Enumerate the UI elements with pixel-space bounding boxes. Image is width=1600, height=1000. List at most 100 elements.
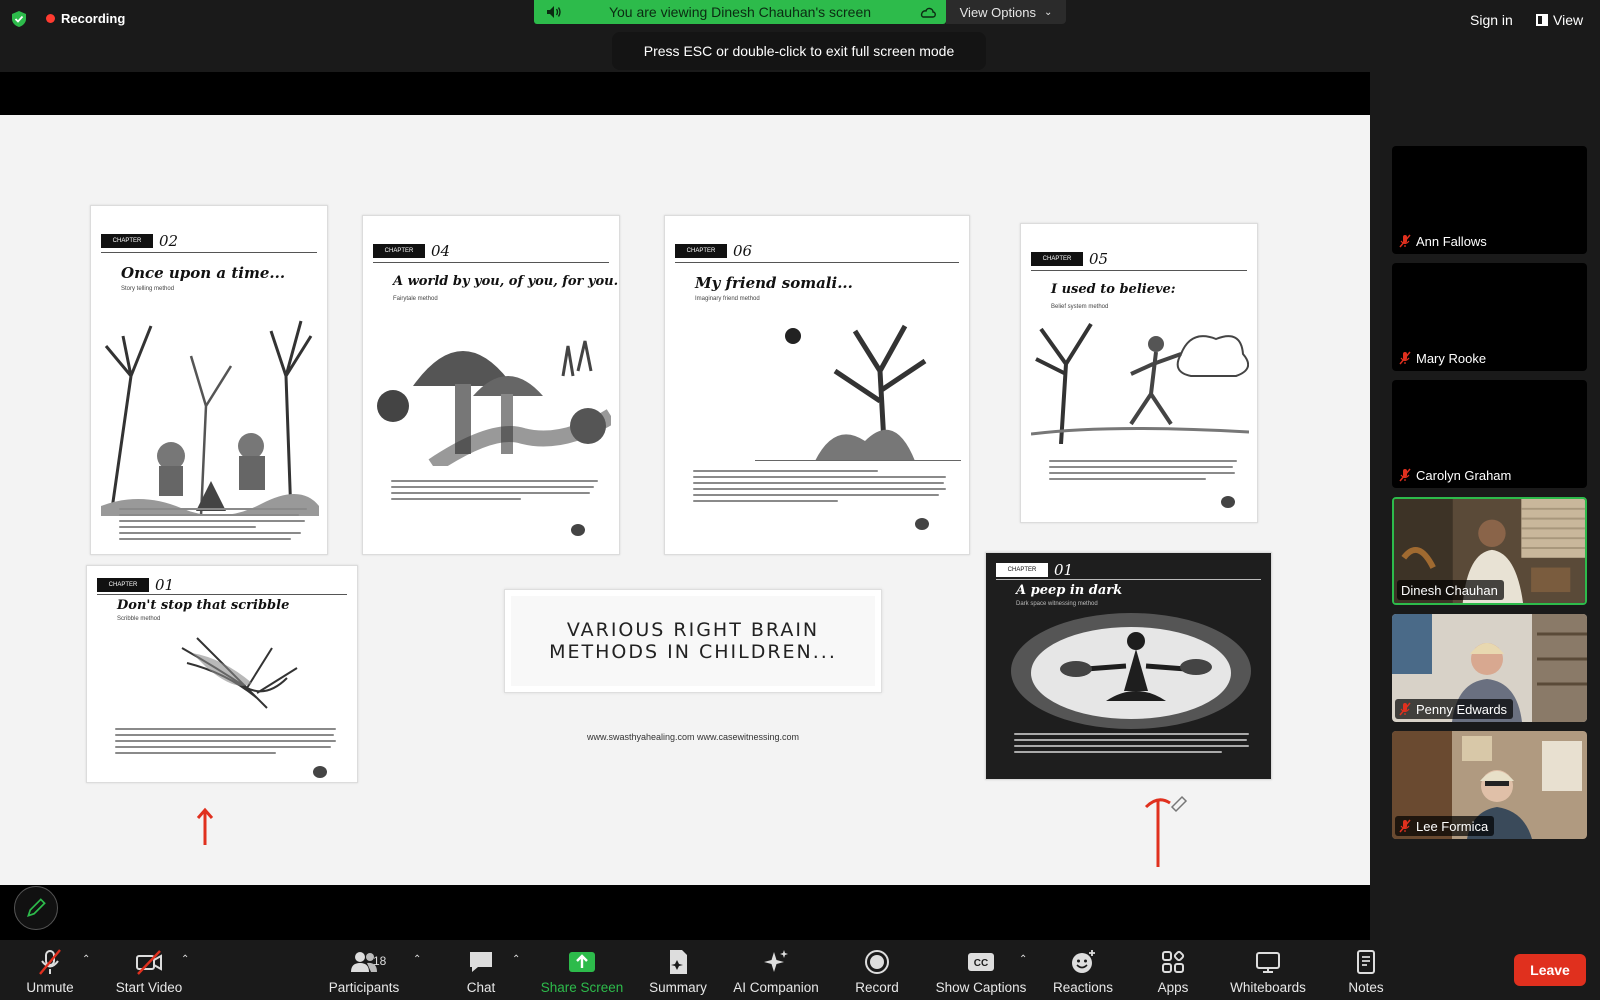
view-layout-icon (1536, 14, 1548, 26)
security-shield-icon[interactable] (10, 10, 28, 28)
participant-tile-active-speaker[interactable]: Dinesh Chauhan (1392, 497, 1587, 605)
view-button[interactable]: View (1536, 12, 1583, 28)
slide-website-urls: www.swasthyahealing.com www.casewitnessi… (586, 732, 800, 742)
chapter-tag: CHAPTER (97, 578, 149, 592)
mushroom-illustration (377, 340, 611, 466)
participant-tile[interactable]: Ann Fallows (1392, 146, 1587, 254)
chapter-subtitle: Belief system method (1051, 304, 1109, 310)
show-captions-button[interactable]: CC Show Captions (931, 948, 1031, 995)
page-body-text (693, 470, 957, 506)
chapter-subtitle: Imaginary friend method (695, 296, 760, 302)
top-bar: Recording You are viewing Dinesh Chauhan… (0, 0, 1600, 70)
chapter-title: Once upon a time... (121, 264, 286, 282)
reactions-button[interactable]: Reactions (1033, 948, 1133, 995)
zoom-meeting-window: Recording You are viewing Dinesh Chauhan… (0, 0, 1600, 1000)
participant-count: 18 (373, 954, 387, 968)
whiteboards-label: Whiteboards (1230, 980, 1306, 995)
share-screen-button[interactable]: Share Screen (532, 948, 632, 995)
view-options-button[interactable]: View Options ⌄ (946, 0, 1066, 24)
brain-logo-icon (1221, 496, 1235, 508)
share-screen-icon (569, 952, 595, 972)
share-screen-label: Share Screen (540, 980, 624, 995)
chapter-title: I used to believe: (1051, 282, 1176, 297)
recording-label: Recording (61, 11, 126, 26)
participants-label: Participants (328, 980, 400, 995)
captions-icon: CC (968, 953, 994, 971)
svg-text:CC: CC (974, 958, 988, 969)
record-label: Record (855, 980, 899, 995)
chapter-tag: CHAPTER (101, 234, 153, 248)
record-icon (865, 950, 889, 974)
chapter-tag: CHAPTER (996, 563, 1048, 577)
divider (1031, 270, 1247, 271)
fullscreen-exit-tip: Press ESC or double-click to exit full s… (612, 32, 986, 70)
chapter-tag: CHAPTER (675, 244, 727, 258)
slide-title-line-2: METHODS IN CHILDREN... (549, 641, 837, 663)
whiteboard-icon (1256, 952, 1280, 973)
chapter-subtitle: Fairytale method (393, 296, 438, 302)
leave-button[interactable]: Leave (1514, 954, 1586, 986)
annotation-arrow-left (196, 807, 214, 845)
chapter-tag: CHAPTER (1031, 252, 1083, 266)
chapter-number: 04 (431, 242, 451, 260)
divider (101, 252, 317, 253)
participant-tile[interactable]: Penny Edwards (1392, 614, 1587, 722)
record-button[interactable]: Record (827, 948, 927, 995)
sign-in-button[interactable]: Sign in (1470, 12, 1513, 28)
summary-button[interactable]: Summary (628, 948, 728, 995)
participant-name: Carolyn Graham (1416, 467, 1512, 483)
cloud-recording-icon (920, 7, 936, 18)
video-options-caret[interactable]: ⌃ (181, 954, 189, 965)
notes-button[interactable]: Notes (1316, 948, 1416, 995)
mic-muted-icon (1399, 819, 1411, 833)
whiteboards-button[interactable]: Whiteboards (1218, 948, 1318, 995)
shared-slide: CHAPTER 02 Once upon a time... Story tel… (0, 115, 1370, 885)
chapter-number: 01 (155, 576, 175, 594)
chapter-subtitle: Story telling method (121, 286, 175, 292)
reactions-label: Reactions (1052, 980, 1114, 995)
summary-label: Summary (649, 980, 707, 995)
apps-label: Apps (1157, 980, 1189, 995)
chat-icon (470, 952, 492, 972)
speaker-icon[interactable] (546, 5, 562, 19)
participant-tile[interactable]: Mary Rooke (1392, 263, 1587, 371)
brain-logo-icon (313, 766, 327, 778)
chapter-number: 06 (733, 242, 753, 260)
book-page-scribble: CHAPTER 01 Don't stop that scribble Scri… (86, 565, 358, 783)
participant-label: Mary Rooke (1395, 348, 1493, 368)
ai-companion-button[interactable]: AI Companion (726, 948, 826, 995)
child-and-cloud-illustration (1031, 322, 1249, 444)
audio-options-caret[interactable]: ⌃ (82, 954, 90, 965)
participant-label: Carolyn Graham (1395, 465, 1518, 485)
participant-label: Ann Fallows (1395, 231, 1493, 251)
forest-illustration (101, 320, 319, 516)
book-page-chapter-05: CHAPTER 05 I used to believe: Belief sys… (1020, 223, 1258, 523)
chat-options-caret[interactable]: ⌃ (512, 954, 520, 965)
unmute-label: Unmute (26, 980, 74, 995)
participant-tile[interactable]: Carolyn Graham (1392, 380, 1587, 488)
share-banner-text: You are viewing Dinesh Chauhan's screen (608, 4, 872, 20)
meeting-toolbar: Unmute ⌃ Start Video ⌃ 18 Participants ⌃… (0, 940, 1600, 1000)
summary-icon (670, 950, 687, 974)
ai-sparkle-icon (764, 950, 788, 972)
slide-title-line-1: VARIOUS RIGHT BRAIN (566, 619, 820, 641)
apps-button[interactable]: Apps (1123, 948, 1223, 995)
divider (996, 579, 1261, 580)
participant-name: Dinesh Chauhan (1401, 582, 1498, 598)
participant-name: Lee Formica (1416, 818, 1489, 834)
view-options-label: View Options (959, 4, 1036, 20)
participants-button[interactable]: 18 Participants (314, 948, 414, 995)
recording-indicator[interactable]: Recording (46, 11, 125, 26)
pencil-icon (27, 898, 46, 917)
chapter-subtitle: Scribble method (117, 616, 161, 622)
captions-options-caret[interactable]: ⌃ (1019, 954, 1027, 965)
participants-options-caret[interactable]: ⌃ (413, 954, 421, 965)
divider (675, 262, 959, 263)
page-body-text (391, 480, 607, 504)
brain-logo-icon (571, 524, 585, 536)
mic-muted-icon (1399, 234, 1411, 248)
chapter-number: 05 (1089, 250, 1109, 268)
annotate-button[interactable] (14, 886, 58, 930)
page-body-text (1014, 733, 1259, 757)
participant-tile[interactable]: Lee Formica (1392, 731, 1587, 839)
